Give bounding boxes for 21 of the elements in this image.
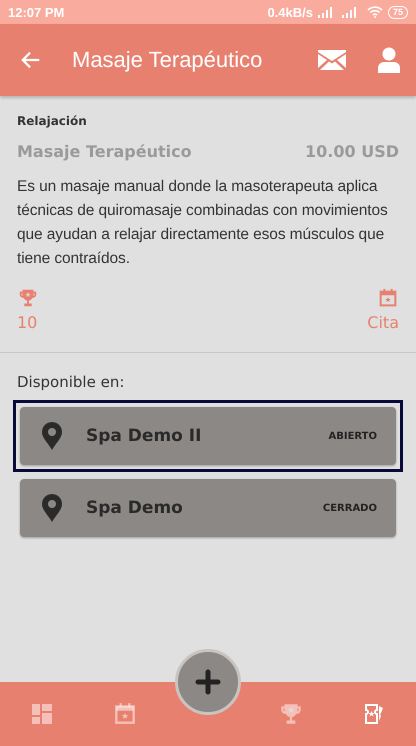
- status-time: 12:07 PM: [8, 4, 64, 20]
- location-pin-icon: [42, 494, 62, 522]
- app-bar-title: Masaje Terapéutico: [72, 47, 264, 73]
- category-label: Relajación: [17, 114, 88, 128]
- wifi-icon: [366, 6, 383, 18]
- network-speed: 0.4kB/s: [267, 4, 313, 20]
- user-icon[interactable]: [378, 47, 400, 73]
- service-name: Masaje Terapéutico: [17, 142, 192, 161]
- mail-icon[interactable]: [318, 50, 346, 70]
- back-button[interactable]: [20, 49, 42, 71]
- trophy-icon: [17, 287, 39, 309]
- points-value: 10: [17, 313, 38, 332]
- location-card[interactable]: Spa Demo II ABIERTO: [13, 400, 403, 472]
- service-price: 10.00 USD: [305, 142, 399, 161]
- service-description: Es un masaje manual donde la masoterapeuta aplica técnicas de quiromasaje combinadas con movimientos que ayudan a relajar directamente esos músculos que tiene contraídos.: [17, 177, 389, 269]
- calendar-icon[interactable]: [377, 287, 399, 309]
- dashboard-icon[interactable]: [32, 704, 52, 724]
- plus-icon: [195, 669, 221, 695]
- location-pin-icon: [42, 422, 62, 450]
- available-heading: Disponible en:: [16, 372, 126, 391]
- battery-indicator: 75: [388, 6, 408, 18]
